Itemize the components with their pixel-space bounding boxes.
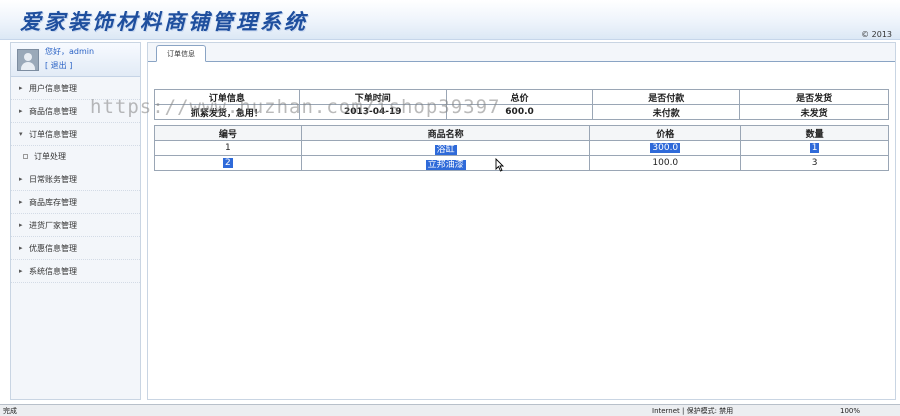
column-header: 数量 — [740, 125, 889, 141]
item-qty: 3 — [811, 158, 818, 168]
order-summary-table: 订单信息 下单时间 总价 是否付款 是否发货 抓紧发货，急用！ 2013-04-… — [154, 89, 889, 120]
chevron-right-icon: ▸ — [19, 175, 23, 183]
sidebar-item-label: 优惠信息管理 — [29, 244, 77, 253]
order-date-cell: 2013-04-19 — [298, 104, 447, 120]
item-qty: 1 — [809, 143, 820, 153]
item-name: 浴缸 — [434, 144, 457, 155]
sidebar-item-label: 系统信息管理 — [29, 267, 77, 276]
item-name-cell: 立邦油漆 — [300, 155, 591, 171]
item-price-cell: 100.0 — [589, 155, 742, 171]
item-price-cell: 300.0 — [589, 140, 742, 156]
sidebar-item-inventory[interactable]: ▸ 商品库存管理 — [11, 191, 140, 214]
chevron-right-icon: ▸ — [19, 267, 23, 275]
sidebar-item-label: 商品库存管理 — [29, 198, 77, 207]
security-zone-text: Internet | 保护模式: 禁用 — [652, 407, 734, 415]
status-text: 完成 — [3, 407, 17, 415]
sidebar-item-promotions[interactable]: ▸ 优惠信息管理 — [11, 237, 140, 260]
item-price: 100.0 — [652, 158, 679, 168]
tab-bar: 订单信息 — [148, 43, 895, 62]
browser-status-bar: 完成 Internet | 保护模式: 禁用 100% — [0, 404, 900, 416]
sidebar-item-label: 商品信息管理 — [29, 107, 77, 116]
sidebar: 您好，admin [ 退出 ] ▸ 用户信息管理 ▸ 商品信息管理 ▾ 订单信息… — [10, 42, 141, 400]
item-price: 300.0 — [650, 143, 681, 153]
order-items-table: 编号 商品名称 价格 数量 1 浴缸 300.0 1 2 立邦油漆 100.0 … — [154, 125, 889, 171]
table-row: 抓紧发货，急用！ 2013-04-19 600.0 未付款 未发货 — [154, 104, 889, 120]
column-header: 订单信息 — [154, 89, 300, 105]
zoom-level[interactable]: 100% — [840, 405, 860, 416]
column-header: 编号 — [154, 125, 302, 141]
chevron-right-icon: ▸ — [19, 84, 23, 92]
sidebar-item-label: 进货厂家管理 — [29, 221, 77, 230]
order-shipped-cell: 未发货 — [739, 104, 889, 120]
column-header: 价格 — [589, 125, 742, 141]
item-id-cell: 2 — [154, 155, 302, 171]
sidebar-item-label: 用户信息管理 — [29, 84, 77, 93]
app-header: 爱家装饰材料商铺管理系统 © 2013 — [0, 0, 900, 40]
column-header: 是否发货 — [739, 89, 889, 105]
item-id-cell: 1 — [154, 140, 302, 156]
tab-order-info[interactable]: 订单信息 — [156, 45, 206, 62]
sidebar-item-order-info[interactable]: ▾ 订单信息管理 — [11, 123, 140, 146]
mouse-cursor-icon — [495, 158, 504, 172]
item-id: 1 — [225, 143, 231, 153]
table-row: 2 立邦油漆 100.0 3 — [154, 155, 889, 171]
item-qty-cell: 1 — [740, 140, 889, 156]
item-name: 立邦油漆 — [425, 159, 466, 170]
sidebar-subitem-order-processing[interactable]: 订单处理 — [11, 146, 140, 168]
user-box: 您好，admin [ 退出 ] — [11, 43, 140, 77]
square-bullet-icon — [23, 154, 28, 159]
item-name-cell: 浴缸 — [300, 140, 591, 156]
order-total-cell: 600.0 — [445, 104, 594, 120]
chevron-down-icon: ▾ — [19, 130, 23, 138]
app-title: 爱家装饰材料商铺管理系统 — [20, 9, 308, 34]
greeting-text: 您好，admin — [45, 47, 95, 56]
main-panel: 订单信息 订单信息 下单时间 总价 是否付款 是否发货 抓紧发货，急用！ 201… — [147, 42, 896, 400]
sidebar-item-label: 订单处理 — [34, 152, 66, 161]
sidebar-item-system-info[interactable]: ▸ 系统信息管理 — [11, 260, 140, 283]
sidebar-item-user-info[interactable]: ▸ 用户信息管理 — [11, 77, 140, 100]
sidebar-item-suppliers[interactable]: ▸ 进货厂家管理 — [11, 214, 140, 237]
item-id: 2 — [223, 158, 233, 168]
table-row: 1 浴缸 300.0 1 — [154, 140, 889, 156]
order-paid-cell: 未付款 — [592, 104, 741, 120]
column-header: 是否付款 — [592, 89, 741, 105]
table-header-row: 编号 商品名称 价格 数量 — [154, 125, 889, 141]
copyright: © 2013 — [861, 30, 892, 39]
sidebar-item-label: 订单信息管理 — [29, 130, 77, 139]
chevron-right-icon: ▸ — [19, 198, 23, 206]
chevron-right-icon: ▸ — [19, 221, 23, 229]
sidebar-item-label: 日常账务管理 — [29, 175, 77, 184]
avatar — [17, 49, 39, 71]
chevron-right-icon: ▸ — [19, 244, 23, 252]
sidebar-item-product-info[interactable]: ▸ 商品信息管理 — [11, 100, 140, 123]
column-header: 总价 — [445, 89, 594, 105]
column-header: 下单时间 — [298, 89, 447, 105]
column-header: 商品名称 — [300, 125, 591, 141]
item-qty-cell: 3 — [740, 155, 889, 171]
chevron-right-icon: ▸ — [19, 107, 23, 115]
order-note-cell: 抓紧发货，急用！ — [154, 104, 300, 120]
table-header-row: 订单信息 下单时间 总价 是否付款 是否发货 — [154, 89, 889, 105]
logout-link[interactable]: [ 退出 ] — [45, 60, 72, 71]
sidebar-item-daily-accounts[interactable]: ▸ 日常账务管理 — [11, 168, 140, 191]
